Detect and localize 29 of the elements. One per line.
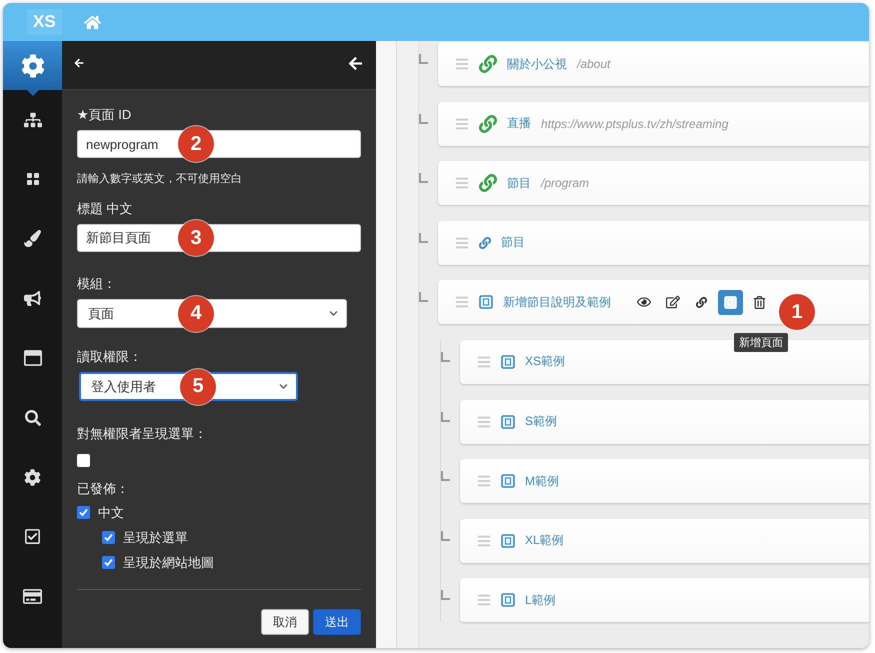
item-title: 新增節目說明及範例 [503,294,611,311]
tooltip: 新增頁面 [734,333,788,352]
field-hint: 請輸入數字或英文，不可使用空白 [77,172,243,187]
field-label: 標題 中文 [77,200,134,218]
item-path: https://www.ptsplus.tv/zh/streaming [541,116,728,131]
item-title: 直播 [507,115,531,132]
item-title: M範例 [525,472,559,490]
item-title: XS範例 [525,353,566,370]
step-callout-tooltip: 3 [178,220,214,256]
field-label: 已發佈： [77,480,130,498]
item-title: 節目 [507,174,531,192]
step-callout-tooltip: 2 [178,126,214,162]
step-callout-tooltip: 5 [180,368,216,404]
item-path: /about [577,57,610,71]
step-callout-tooltip: 4 [178,296,214,332]
logo: XS [27,9,62,35]
item-title: XL範例 [525,532,564,550]
item-path: /program [541,176,590,190]
field-label: 模組： [77,275,117,293]
option-label: 呈現於網站地圖 [123,554,214,572]
field-label: 對無權限者呈現選單： [77,425,208,443]
field-label: ★頁面 ID [77,106,132,124]
item-title: L範例 [525,592,556,609]
item-title: S範例 [525,413,558,430]
item-title: 節目 [501,234,525,252]
option-label: 中文 [98,504,124,522]
field-label: 讀取權限： [77,348,143,366]
item-title: 關於小公視 [507,56,567,72]
option-label: 呈現於選單 [123,528,188,546]
